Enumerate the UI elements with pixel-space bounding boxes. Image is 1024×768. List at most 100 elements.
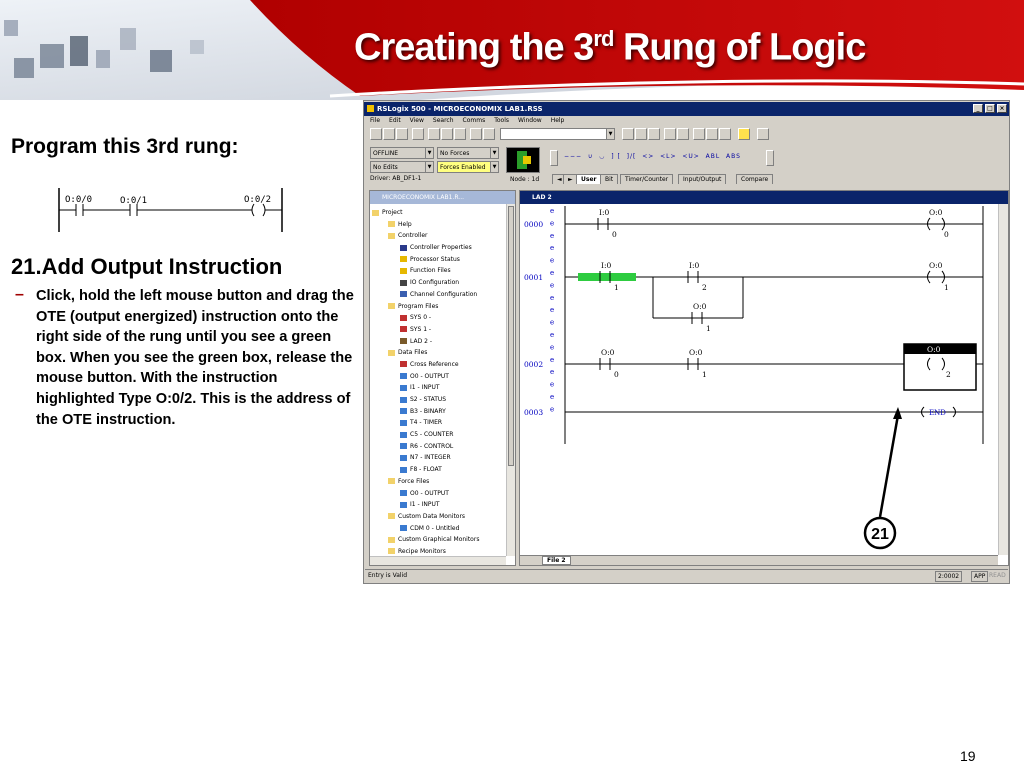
tree-item[interactable]: Custom Graphical Monitors — [372, 534, 479, 546]
data-file-icon — [400, 408, 407, 415]
ladder-hscrollbar[interactable]: File 2 — [520, 555, 998, 565]
search-combo[interactable]: ▼ — [500, 128, 615, 140]
tab-user[interactable]: User — [576, 174, 602, 184]
rung-0003-number: 0003 — [524, 408, 543, 417]
copy-icon[interactable] — [441, 128, 453, 140]
menu-view[interactable]: View — [410, 117, 424, 124]
data-file-icon — [400, 384, 407, 391]
tree-item[interactable]: C5 - COUNTER — [372, 429, 479, 441]
palette-right-arrow[interactable] — [766, 150, 774, 166]
tree-item[interactable]: CDM 0 - Untitled — [372, 523, 479, 535]
tree-item[interactable]: Force Files — [372, 476, 479, 488]
tree-item[interactable]: IO Configuration — [372, 277, 479, 289]
mini-rung-diagram: O:0/0 O:0/1 O:0/2 — [58, 188, 283, 232]
verify-icon[interactable] — [622, 128, 634, 140]
tree-item[interactable]: Cross Reference — [372, 359, 479, 371]
menu-file[interactable]: File — [370, 117, 380, 124]
zoom-in-icon[interactable] — [693, 128, 705, 140]
menu-window[interactable]: Window — [518, 117, 542, 124]
maximize-button[interactable]: □ — [985, 104, 995, 113]
tree-scrollbar[interactable] — [506, 204, 515, 556]
tab-file-2[interactable]: File 2 — [542, 556, 571, 565]
menu-edit[interactable]: Edit — [389, 117, 401, 124]
new-icon[interactable] — [370, 128, 382, 140]
tree-item[interactable]: SYS 1 - — [372, 324, 479, 336]
close-button[interactable]: × — [997, 104, 1007, 113]
tree-item[interactable]: Function Files — [372, 265, 479, 277]
edits-select[interactable]: No Edits ▼ — [370, 161, 434, 173]
tab-compare[interactable]: Compare — [736, 174, 774, 184]
edit-marker: e — [550, 306, 554, 314]
chevron-down-icon[interactable]: ▼ — [606, 129, 614, 139]
window-titlebar[interactable]: RSLogix 500 - MICROECONOMIX LAB1.RSS _ □… — [364, 102, 1009, 116]
tree-item[interactable]: Channel Configuration — [372, 289, 479, 301]
edit-marker: e — [550, 405, 554, 413]
add-icon[interactable] — [738, 128, 750, 140]
ladder-diagram[interactable]: eeeeeeeeeeeeeeeee0000I:00O:000001I:01I:0… — [520, 204, 1009, 554]
menu-comms[interactable]: Comms — [463, 117, 486, 124]
cut-icon[interactable] — [428, 128, 440, 140]
tree-item[interactable]: Program Files — [372, 301, 479, 313]
contact-address: O:0 — [689, 348, 703, 357]
verify-file-icon[interactable] — [635, 128, 647, 140]
open-icon[interactable] — [383, 128, 395, 140]
tree-item-label: SYS 0 - — [410, 314, 432, 322]
ladder-vscrollbar[interactable] — [998, 204, 1008, 555]
tree-item[interactable]: T4 - TIMER — [372, 417, 479, 429]
tab-bit[interactable]: Bit — [600, 174, 619, 184]
tree-item[interactable]: Data Files — [372, 347, 479, 359]
tree-item[interactable]: LAD 2 - — [372, 336, 479, 348]
tree-item[interactable]: F8 - FLOAT — [372, 464, 479, 476]
forces-select[interactable]: No Forces ▼ — [437, 147, 499, 159]
tree-item[interactable]: SYS 0 - — [372, 312, 479, 324]
undo-icon[interactable] — [470, 128, 482, 140]
tree-item-label: Custom Data Monitors — [398, 512, 466, 520]
tree-item[interactable]: Help — [372, 219, 479, 231]
coil-address: O:0 — [929, 208, 943, 217]
forces-enabled-select[interactable]: Forces Enabled ▼ — [437, 161, 499, 173]
tree-item[interactable]: I1 - INPUT — [372, 499, 479, 511]
mode-select[interactable]: OFFLINE ▼ — [370, 147, 434, 159]
tree-item[interactable]: R6 - CONTROL — [372, 441, 479, 453]
redo-icon[interactable] — [483, 128, 495, 140]
tree-hscrollbar[interactable] — [370, 556, 506, 565]
tree-item[interactable]: O0 - OUTPUT — [372, 488, 479, 500]
zoom-out-icon[interactable] — [706, 128, 718, 140]
arrow-right-icon[interactable] — [757, 128, 769, 140]
minimize-button[interactable]: _ — [973, 104, 983, 113]
tree-item[interactable]: S2 - STATUS — [372, 394, 479, 406]
verify-project-icon[interactable] — [648, 128, 660, 140]
tab-input-output[interactable]: Input/Output — [678, 174, 727, 184]
project-tree-caption[interactable]: MICROECONOMIX LAB1.R... — [370, 191, 515, 204]
tree-item[interactable]: Controller — [372, 230, 479, 242]
monitor-icon — [400, 525, 407, 532]
tree-item[interactable]: Processor Status — [372, 254, 479, 266]
palette-left-arrow[interactable] — [550, 150, 558, 166]
menu-search[interactable]: Search — [433, 117, 454, 124]
properties-toolbar-icon[interactable] — [664, 128, 676, 140]
edit-marker: e — [550, 343, 554, 351]
tree-item[interactable]: B3 - BINARY — [372, 406, 479, 418]
tree-item[interactable]: N7 - INTEGER — [372, 452, 479, 464]
print-icon[interactable] — [412, 128, 424, 140]
palette-icons[interactable]: −−− ∪ ◡ ] [ ]/[ <> <L> <U> ABL ABS — [564, 153, 741, 160]
status-bar: Entry is Valid 2:0002 APP READ — [365, 569, 1008, 582]
save-icon[interactable] — [396, 128, 408, 140]
xref-icon — [400, 361, 407, 368]
tab-timer-counter[interactable]: Timer/Counter — [620, 174, 674, 184]
tree-item[interactable]: Custom Data Monitors — [372, 511, 479, 523]
paste-icon[interactable] — [454, 128, 466, 140]
tree-item[interactable]: I1 - INPUT — [372, 382, 479, 394]
menu-help[interactable]: Help — [551, 117, 565, 124]
contact-bit: 1 — [702, 370, 707, 379]
tree-item-label: Data Files — [398, 349, 428, 357]
ladder-caption[interactable]: LAD 2 — [520, 191, 1008, 204]
tree-item-label: Help — [398, 220, 412, 228]
tree-item[interactable]: Controller Properties — [372, 242, 479, 254]
edit-toolbar-icon[interactable] — [677, 128, 689, 140]
tree-item[interactable]: O0 - OUTPUT — [372, 371, 479, 383]
selected-coil-address: O:0 — [927, 345, 941, 354]
menu-tools[interactable]: Tools — [494, 117, 509, 124]
tree-item[interactable]: Project — [372, 207, 479, 219]
window-icon[interactable] — [719, 128, 731, 140]
